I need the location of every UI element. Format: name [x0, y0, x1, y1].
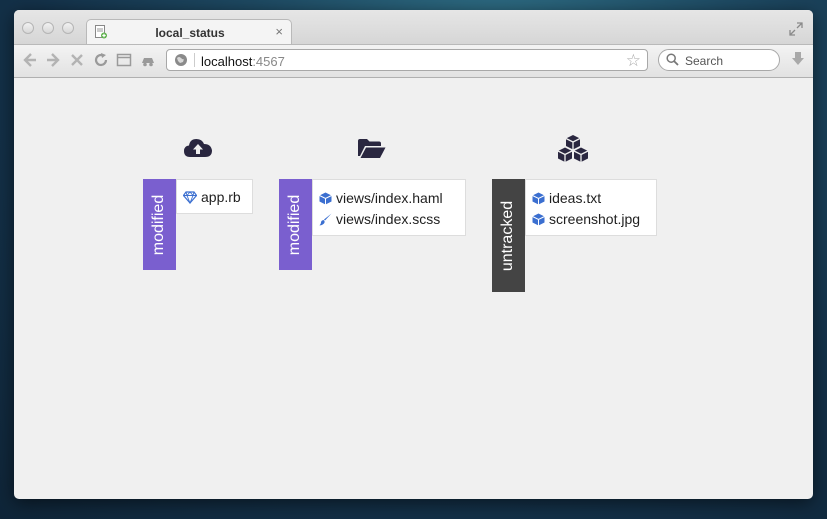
download-arrow-icon[interactable]	[791, 51, 805, 67]
fullscreen-icon[interactable]	[789, 22, 803, 36]
file-item[interactable]: views/index.scss	[319, 209, 440, 229]
page-content: modified app.rb modified views/index.ham…	[14, 77, 813, 499]
reload-icon[interactable]	[93, 52, 109, 68]
window-icon[interactable]	[116, 52, 132, 68]
file-list: ideas.txt screenshot.jpg	[525, 179, 657, 236]
status-label-untracked: untracked	[492, 179, 525, 292]
folder-open-icon	[358, 139, 386, 158]
status-text: modified	[286, 194, 304, 255]
forward-arrow-icon[interactable]	[45, 52, 61, 68]
file-item[interactable]: screenshot.jpg	[532, 209, 640, 229]
globe-icon	[175, 54, 187, 66]
url-divider	[194, 53, 195, 67]
tab-title: local_status	[155, 26, 225, 40]
zoom-window-button[interactable]	[62, 22, 74, 34]
file-name: screenshot.jpg	[549, 211, 641, 227]
tab-local-status[interactable]: local_status ×	[86, 19, 292, 45]
status-label-modified: modified	[143, 179, 176, 270]
file-name: views/index.haml	[336, 190, 443, 206]
brush-icon	[319, 213, 332, 225]
file-list: app.rb	[176, 179, 253, 214]
search-bar[interactable]: Search	[658, 49, 780, 71]
url-port: :4567	[252, 54, 285, 69]
url-text[interactable]: localhost:4567	[201, 54, 285, 69]
file-name: ideas.txt	[549, 190, 602, 206]
ruby-gem-icon	[183, 190, 197, 204]
file-item[interactable]: ideas.txt	[532, 188, 601, 208]
status-label-modified: modified	[279, 179, 312, 270]
tab-close-icon[interactable]: ×	[275, 24, 283, 39]
identity-icon[interactable]	[140, 52, 156, 68]
stop-icon[interactable]	[69, 52, 85, 68]
cube-icon	[532, 192, 545, 204]
browser-window: local_status × localhost:4567 ☆ Search m…	[14, 10, 813, 499]
file-name: views/index.scss	[336, 211, 441, 227]
close-window-button[interactable]	[22, 22, 34, 34]
url-bar[interactable]: localhost:4567 ☆	[166, 49, 648, 71]
cloud-upload-icon	[184, 139, 212, 157]
navigation-toolbar: localhost:4567 ☆ Search	[14, 44, 813, 78]
search-placeholder: Search	[685, 54, 724, 68]
cube-icon	[319, 192, 332, 204]
status-text: modified	[150, 194, 168, 255]
file-list: views/index.haml views/index.scss	[312, 179, 466, 236]
back-arrow-icon[interactable]	[22, 52, 38, 68]
file-item[interactable]: views/index.haml	[319, 188, 443, 208]
url-host: localhost	[201, 54, 253, 69]
bookmark-star-icon[interactable]: ☆	[626, 51, 641, 71]
file-item[interactable]: app.rb	[183, 187, 241, 207]
minimize-window-button[interactable]	[42, 22, 54, 34]
cube-icon	[532, 213, 545, 225]
file-name: app.rb	[201, 189, 241, 205]
cubes-icon	[557, 135, 589, 162]
title-bar: local_status ×	[14, 10, 813, 45]
status-text: untracked	[499, 200, 517, 271]
search-icon	[666, 53, 679, 66]
